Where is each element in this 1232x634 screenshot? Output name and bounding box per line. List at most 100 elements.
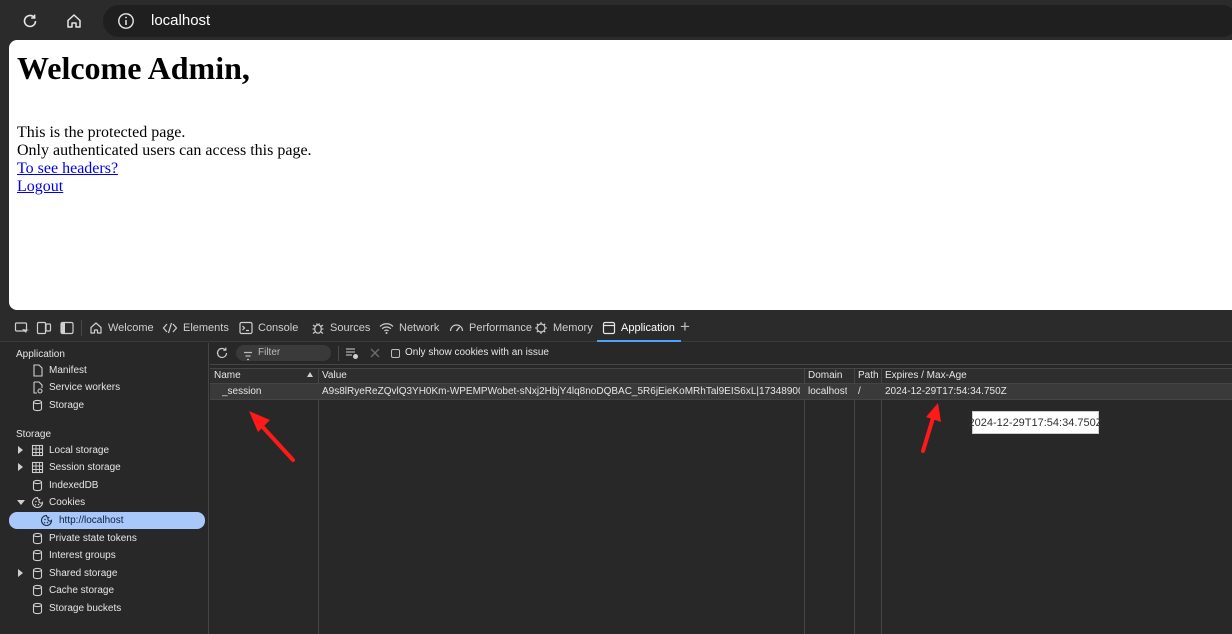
page-heading: Welcome Admin, bbox=[17, 50, 250, 86]
home-icon[interactable] bbox=[59, 6, 89, 36]
cookie-path-cell[interactable]: / bbox=[858, 386, 861, 397]
cookie-expires-cell[interactable]: 2024-12-29T17:54:34.750Z bbox=[885, 386, 1007, 397]
tab-label: Sources bbox=[330, 322, 371, 334]
column-header-value[interactable]: Value bbox=[322, 370, 347, 381]
tab-network[interactable]: Network bbox=[379, 314, 439, 342]
protected-text: This is the protected page. bbox=[17, 124, 186, 141]
column-divider bbox=[318, 368, 319, 634]
tab-label: Performance bbox=[469, 322, 532, 334]
tab-label: Application bbox=[621, 322, 675, 334]
column-header-domain[interactable]: Domain bbox=[808, 370, 842, 381]
cookies-table: Name Value Domain Path Expires / Max-Age… bbox=[210, 365, 1232, 634]
filter-input[interactable]: Filter bbox=[236, 345, 331, 361]
collapse-arrow-icon[interactable] bbox=[17, 500, 25, 505]
column-divider bbox=[804, 368, 805, 634]
expand-arrow-icon[interactable] bbox=[18, 463, 23, 471]
chip-icon bbox=[535, 322, 547, 334]
sidebar-item-label: Session storage bbox=[49, 462, 121, 473]
tab-welcome[interactable]: Welcome bbox=[89, 314, 154, 342]
bug-icon bbox=[312, 323, 324, 334]
tab-label: Network bbox=[399, 322, 440, 334]
sort-ascending-icon[interactable] bbox=[307, 372, 313, 377]
sidebar-item-label: Private state tokens bbox=[49, 533, 137, 544]
device-toolbar-icon[interactable] bbox=[14, 320, 30, 336]
sidebar-item-cookie-origin[interactable]: http://localhost bbox=[9, 512, 205, 529]
devtools-tabbar: Welcome Elements Console Sources Network… bbox=[0, 314, 1232, 342]
sidebar-item-label: Service workers bbox=[49, 382, 121, 393]
application-sidebar: Application Manifest Service workers Sto… bbox=[0, 343, 209, 634]
window-icon bbox=[602, 321, 616, 335]
sidebar-item-cache-storage[interactable]: Cache storage bbox=[0, 582, 205, 599]
sidebar-item-label: IndexedDB bbox=[49, 480, 99, 491]
expand-arrow-icon[interactable] bbox=[18, 446, 23, 454]
filter-icon bbox=[243, 348, 253, 361]
code-icon bbox=[162, 322, 178, 334]
table-header bbox=[210, 368, 1232, 384]
sidebar-item-local-storage[interactable]: Local storage bbox=[0, 442, 205, 459]
expand-arrow-icon[interactable] bbox=[18, 569, 23, 577]
sidebar-item-interest-groups[interactable]: Interest groups bbox=[0, 547, 205, 564]
sidebar-section-storage: Storage bbox=[16, 429, 52, 440]
clear-filtered-icon[interactable] bbox=[345, 346, 359, 360]
sidebar-item-session-storage[interactable]: Session storage bbox=[0, 459, 205, 476]
refresh-icon[interactable] bbox=[15, 6, 45, 36]
expires-tooltip: 2024-12-29T17:54:34.750Z bbox=[969, 411, 1102, 434]
only-issues-label: Only show cookies with an issue bbox=[405, 347, 549, 358]
tab-sources[interactable]: Sources bbox=[311, 314, 370, 342]
database-icon bbox=[31, 399, 44, 412]
delete-icon[interactable] bbox=[368, 346, 382, 360]
tab-label: Memory bbox=[553, 322, 593, 334]
sidebar-item-label: Cookies bbox=[49, 497, 86, 508]
sidebar-item-service-workers[interactable]: Service workers bbox=[0, 379, 205, 396]
only-issues-checkbox[interactable] bbox=[391, 349, 400, 358]
browser-toolbar: localhost bbox=[0, 0, 1232, 40]
add-tab-button[interactable]: + bbox=[680, 317, 690, 337]
sidebar-item-manifest[interactable]: Manifest bbox=[0, 362, 205, 379]
logout-link[interactable]: Logout bbox=[17, 178, 63, 196]
sidebar-item-storage[interactable]: Storage bbox=[0, 397, 205, 414]
refresh-icon[interactable] bbox=[215, 346, 229, 360]
page-viewport: Welcome Admin, This is the protected pag… bbox=[9, 40, 1232, 310]
cookies-panel: Filter Only show cookies with an issue N… bbox=[210, 343, 1232, 634]
cookie-value-cell[interactable]: A9s8lRyeReZQvlQ3YH0Km-WPEMPWobet-sNxj2Hb… bbox=[322, 386, 800, 397]
database-icon bbox=[31, 479, 44, 492]
cookie-name-cell[interactable]: _session bbox=[222, 386, 261, 397]
sidebar-item-private-state-tokens[interactable]: Private state tokens bbox=[0, 530, 205, 547]
tab-label: Elements bbox=[183, 322, 229, 334]
tab-memory[interactable]: Memory bbox=[534, 314, 593, 342]
database-icon bbox=[31, 602, 44, 615]
url-text[interactable]: localhost bbox=[151, 12, 210, 29]
tab-console[interactable]: Console bbox=[239, 314, 298, 342]
address-bar[interactable]: localhost bbox=[103, 5, 1232, 37]
toolbar-separator bbox=[338, 346, 339, 361]
tab-separator bbox=[81, 320, 82, 336]
sidebar-item-label: Manifest bbox=[49, 365, 87, 376]
column-header-expires[interactable]: Expires / Max-Age bbox=[885, 370, 967, 381]
filter-placeholder: Filter bbox=[258, 347, 281, 358]
sidebar-item-cookies[interactable]: Cookies bbox=[0, 494, 205, 511]
database-icon bbox=[31, 532, 44, 545]
column-divider bbox=[881, 368, 882, 634]
cookie-icon bbox=[31, 496, 44, 509]
grid-icon bbox=[31, 444, 44, 457]
dock-icon[interactable] bbox=[59, 320, 75, 336]
wifi-icon bbox=[379, 323, 394, 334]
sidebar-item-label: Local storage bbox=[49, 445, 110, 456]
tab-performance[interactable]: Performance bbox=[449, 314, 532, 342]
headers-link[interactable]: To see headers? bbox=[17, 160, 118, 178]
sidebar-item-indexeddb[interactable]: IndexedDB bbox=[0, 477, 205, 494]
tab-elements[interactable]: Elements bbox=[162, 314, 229, 342]
inspect-icon[interactable] bbox=[36, 320, 52, 336]
column-header-name[interactable]: Name bbox=[214, 370, 241, 381]
sidebar-item-storage-buckets[interactable]: Storage buckets bbox=[0, 600, 205, 617]
column-header-path[interactable]: Path bbox=[858, 370, 879, 381]
sidebar-item-label: Storage bbox=[49, 400, 85, 411]
database-icon bbox=[31, 549, 44, 562]
cookie-domain-cell[interactable]: localhost bbox=[808, 386, 847, 397]
info-icon[interactable] bbox=[117, 12, 135, 30]
tab-label: Welcome bbox=[108, 322, 154, 334]
sidebar-item-label: Shared storage bbox=[49, 568, 118, 579]
sidebar-item-shared-storage[interactable]: Shared storage bbox=[0, 565, 205, 582]
cookies-toolbar: Filter Only show cookies with an issue bbox=[210, 343, 1232, 365]
tab-application[interactable]: Application bbox=[597, 314, 681, 342]
